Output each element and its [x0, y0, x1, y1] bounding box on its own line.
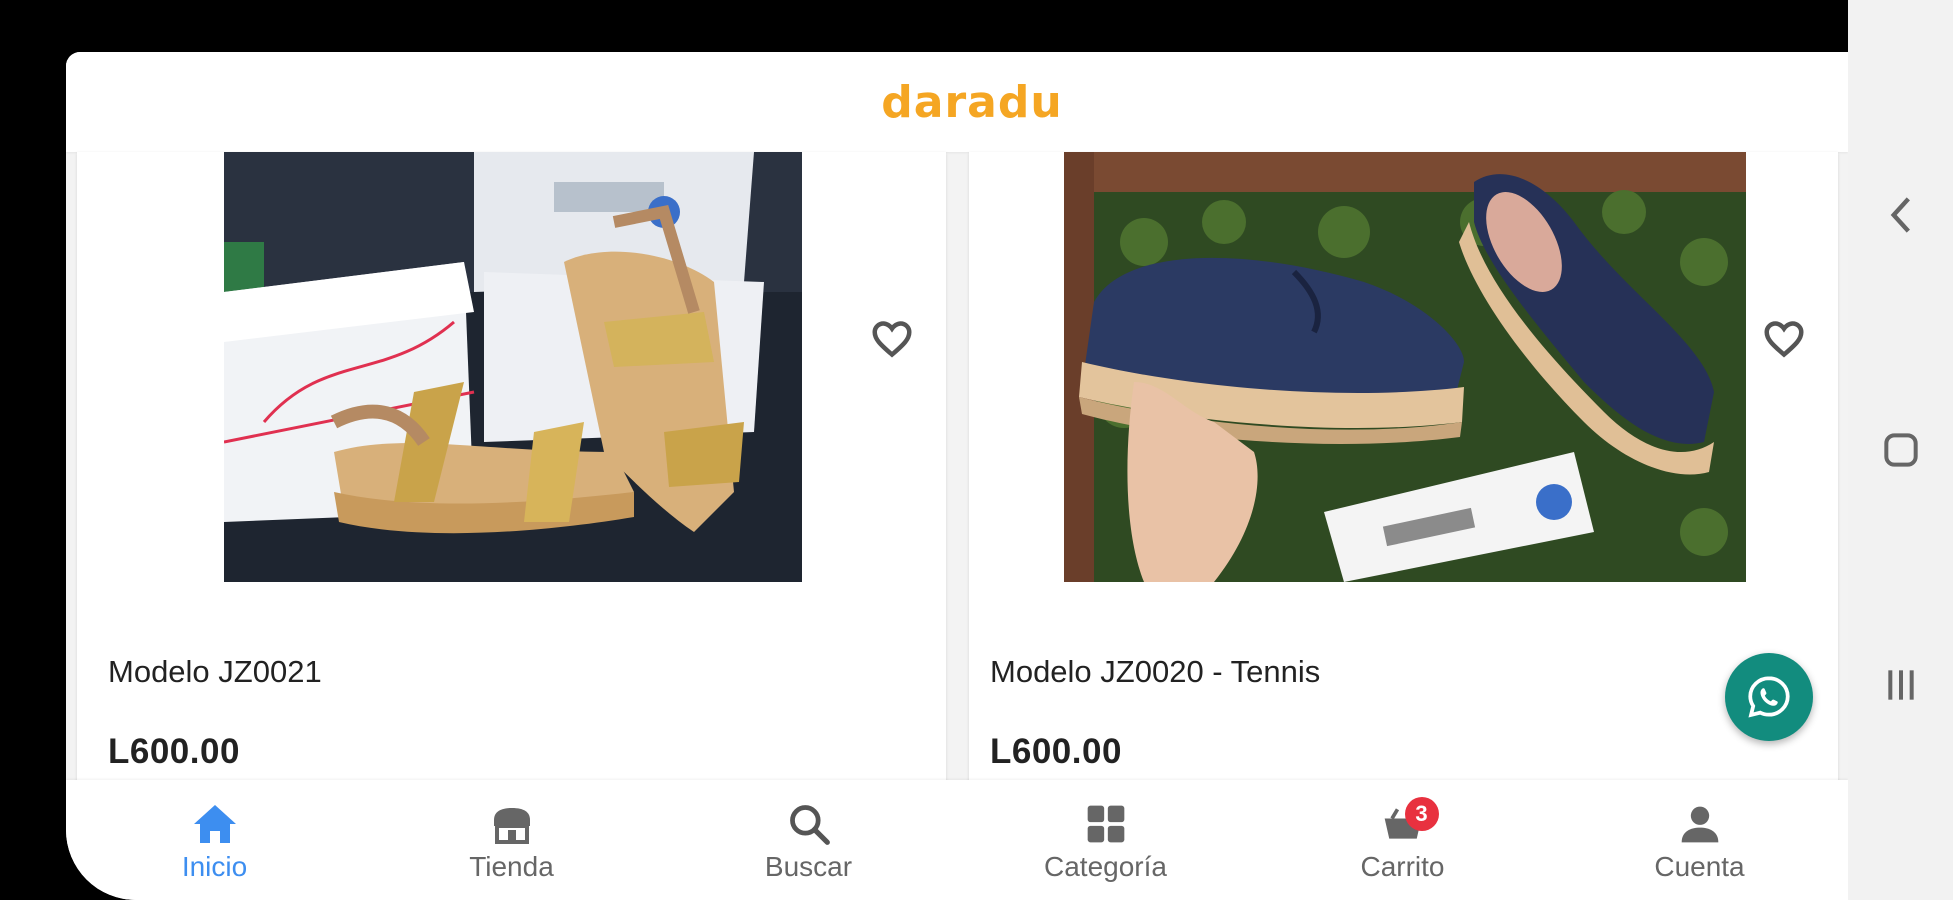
- home-square-icon: [1883, 433, 1918, 467]
- bottom-navigation: Inicio Tienda Buscar Categoría 3 Carrito…: [66, 780, 1848, 900]
- system-navigation-bar: [1848, 0, 1953, 900]
- system-home-button[interactable]: [1848, 425, 1953, 475]
- heart-outline-icon: [1764, 321, 1804, 358]
- nav-label: Buscar: [764, 851, 853, 882]
- nav-label: Cuenta: [1654, 851, 1745, 882]
- nav-item-buscar[interactable]: Buscar: [660, 780, 957, 900]
- heart-outline-icon: [872, 321, 912, 358]
- cart-badge: 3: [1404, 797, 1439, 831]
- favorite-button[interactable]: [871, 320, 913, 363]
- app-bar: daradu: [66, 52, 1848, 152]
- account-icon: [1681, 806, 1718, 843]
- favorite-button[interactable]: [1763, 320, 1805, 363]
- product-price: L600.00: [108, 732, 240, 771]
- product-name[interactable]: Modelo JZ0020 - Tennis: [990, 654, 1320, 690]
- home-icon: [193, 805, 236, 843]
- product-image[interactable]: [1064, 152, 1746, 582]
- store-icon: [493, 808, 530, 844]
- brand-logo: daradu: [881, 76, 1063, 128]
- back-icon: [1890, 197, 1910, 233]
- system-back-button[interactable]: [1848, 190, 1953, 240]
- whatsapp-icon: [1748, 676, 1790, 718]
- nav-label: Inicio: [181, 851, 248, 882]
- product-image[interactable]: [224, 152, 802, 582]
- product-card[interactable]: Modelo JZ0020 - Tennis L600.00: [969, 152, 1838, 823]
- search-icon: [789, 805, 830, 845]
- nav-label: Carrito: [1360, 851, 1445, 882]
- recents-icon: [1887, 670, 1914, 700]
- nav-label: Tienda: [469, 851, 554, 882]
- whatsapp-button[interactable]: [1725, 653, 1813, 741]
- product-name[interactable]: Modelo JZ0021: [108, 654, 322, 690]
- nav-item-categoria[interactable]: Categoría: [957, 780, 1254, 900]
- nav-label: Categoría: [1044, 851, 1167, 882]
- nav-item-cuenta[interactable]: Cuenta: [1551, 780, 1848, 900]
- nav-item-tienda[interactable]: Tienda: [363, 780, 660, 900]
- system-recents-button[interactable]: [1848, 660, 1953, 710]
- grid-icon: [1087, 805, 1124, 843]
- nav-item-carrito[interactable]: 3 Carrito: [1254, 780, 1551, 900]
- product-price: L600.00: [990, 732, 1122, 771]
- app-screen: daradu Modelo JZ0021 L600.00 Modelo JZ00…: [66, 52, 1848, 900]
- nav-item-inicio[interactable]: Inicio: [66, 780, 363, 900]
- product-card[interactable]: Modelo JZ0021 L600.00: [77, 152, 946, 823]
